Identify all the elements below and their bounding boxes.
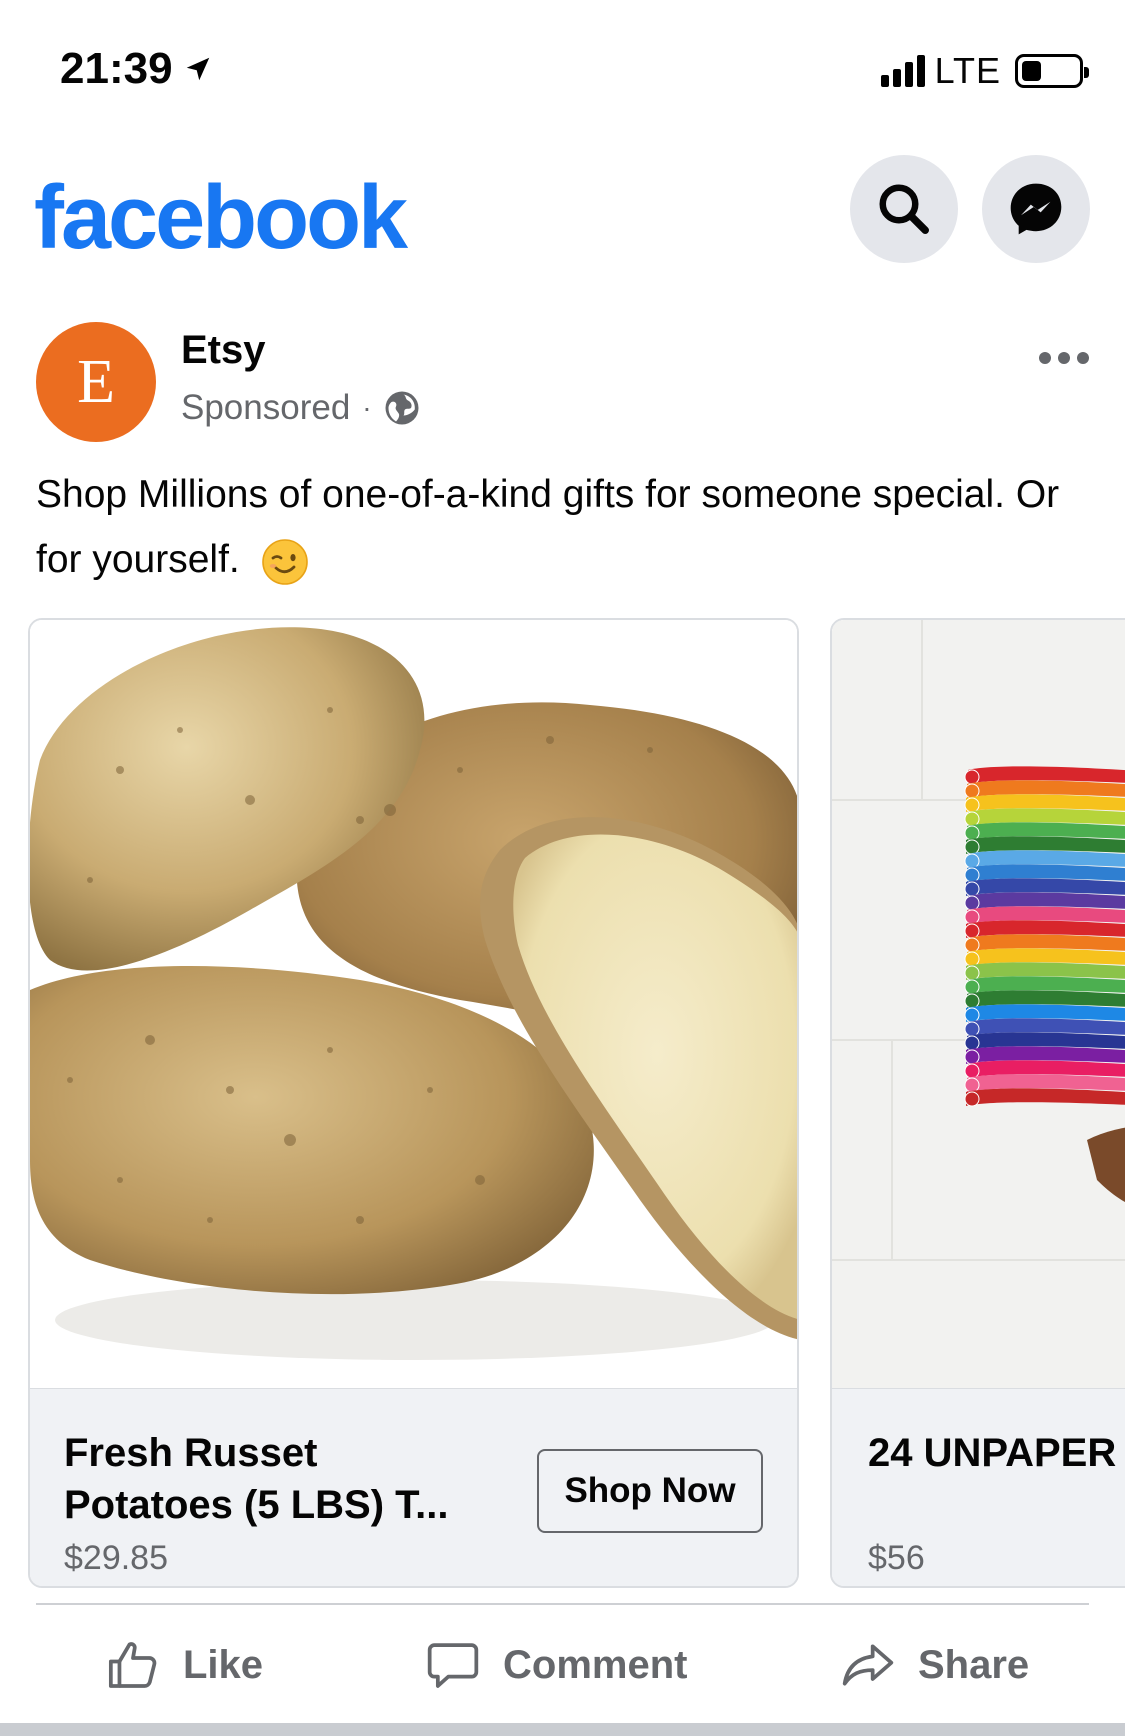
wink-emoji-icon	[261, 538, 308, 585]
towel-edge	[964, 979, 980, 995]
sponsored-label[interactable]: Sponsored	[181, 388, 350, 428]
comment-label: Comment	[503, 1642, 688, 1687]
towel-edge	[964, 811, 980, 827]
towel-edge	[964, 825, 980, 841]
towel-edge	[964, 1007, 980, 1023]
carousel-card[interactable]: Fresh Russet Potatoes (5 LBS) T... $29.8…	[28, 618, 799, 1588]
avatar[interactable]: E	[36, 322, 156, 442]
share-icon	[842, 1644, 894, 1686]
towels-illustration	[832, 620, 1125, 1388]
comment-icon	[427, 1643, 479, 1688]
battery-icon	[1015, 54, 1089, 88]
action-divider	[36, 1603, 1089, 1605]
meta-separator: ·	[362, 392, 372, 423]
caption-text: Shop Millions of one-of-a-kind gifts for…	[36, 473, 1060, 581]
post-header: E Etsy Sponsored ·	[0, 322, 1125, 448]
towel-edge	[964, 895, 980, 911]
more-options-button[interactable]	[1039, 352, 1089, 364]
product-image-towels[interactable]	[832, 620, 1125, 1388]
thumbs-up-icon	[108, 1642, 157, 1688]
app-header: facebook	[0, 145, 1125, 275]
towel-edge	[964, 797, 980, 813]
post-caption: Shop Millions of one-of-a-kind gifts for…	[36, 462, 1086, 592]
card-footer: Fresh Russet Potatoes (5 LBS) T... $29.8…	[30, 1388, 797, 1586]
network-label: LTE	[934, 50, 1001, 91]
facebook-logo[interactable]: facebook	[34, 167, 408, 270]
product-title[interactable]: 24 UNPAPER TOWELS: Rai	[868, 1427, 1125, 1479]
like-label: Like	[183, 1642, 264, 1687]
product-price: $29.85	[64, 1539, 168, 1577]
product-image-potatoes[interactable]	[30, 620, 797, 1388]
post-actions: Like Comment Share	[0, 1610, 1125, 1720]
messenger-icon	[1010, 183, 1062, 235]
search-button[interactable]	[850, 155, 958, 263]
comment-button[interactable]: Comment	[425, 1610, 687, 1720]
towel-edge	[964, 839, 980, 855]
towel-edge	[964, 1077, 980, 1093]
signal-icon	[880, 55, 925, 87]
product-price: $56	[868, 1539, 925, 1577]
towel-edge	[964, 867, 980, 883]
towel-edge	[964, 1035, 980, 1051]
search-icon	[879, 184, 929, 234]
towel-edge	[964, 951, 980, 967]
page-name[interactable]: Etsy	[181, 328, 266, 373]
like-button[interactable]: Like	[105, 1610, 263, 1720]
towel-edge	[964, 909, 980, 925]
towel-edge	[964, 783, 980, 799]
more-dots-icon	[1039, 352, 1051, 364]
feed-separator	[0, 1723, 1125, 1736]
card-footer: 24 UNPAPER TOWELS: Rai $56	[832, 1388, 1125, 1586]
towel-edge	[964, 1021, 980, 1037]
towel-edge	[964, 1063, 980, 1079]
status-time: 21:39	[60, 44, 173, 93]
shop-now-button[interactable]: Shop Now	[537, 1449, 763, 1533]
status-indicators: LTE	[880, 50, 1089, 92]
towel-edge	[964, 1049, 980, 1065]
share-button[interactable]: Share	[840, 1610, 1029, 1720]
battery-level	[1022, 61, 1041, 81]
status-time-group: 21:39	[60, 44, 213, 94]
towel-edge	[964, 923, 980, 939]
towel-edge	[964, 965, 980, 981]
post-meta: Sponsored ·	[181, 388, 420, 428]
towel-edge	[964, 881, 980, 897]
towel-edge	[964, 937, 980, 953]
location-arrow-icon	[186, 57, 209, 81]
towel-edge	[964, 1091, 980, 1107]
towel-edge	[964, 993, 980, 1009]
towel-edge	[964, 853, 980, 869]
share-label: Share	[918, 1642, 1030, 1687]
product-title[interactable]: Fresh Russet Potatoes (5 LBS) T...	[64, 1427, 494, 1531]
carousel-card[interactable]: 24 UNPAPER TOWELS: Rai $56	[830, 618, 1125, 1588]
towel-edge	[964, 769, 980, 785]
status-bar: 21:39 LTE	[0, 0, 1125, 130]
globe-icon	[385, 391, 419, 425]
messenger-button[interactable]	[982, 155, 1090, 263]
potatoes-illustration	[30, 620, 797, 1388]
